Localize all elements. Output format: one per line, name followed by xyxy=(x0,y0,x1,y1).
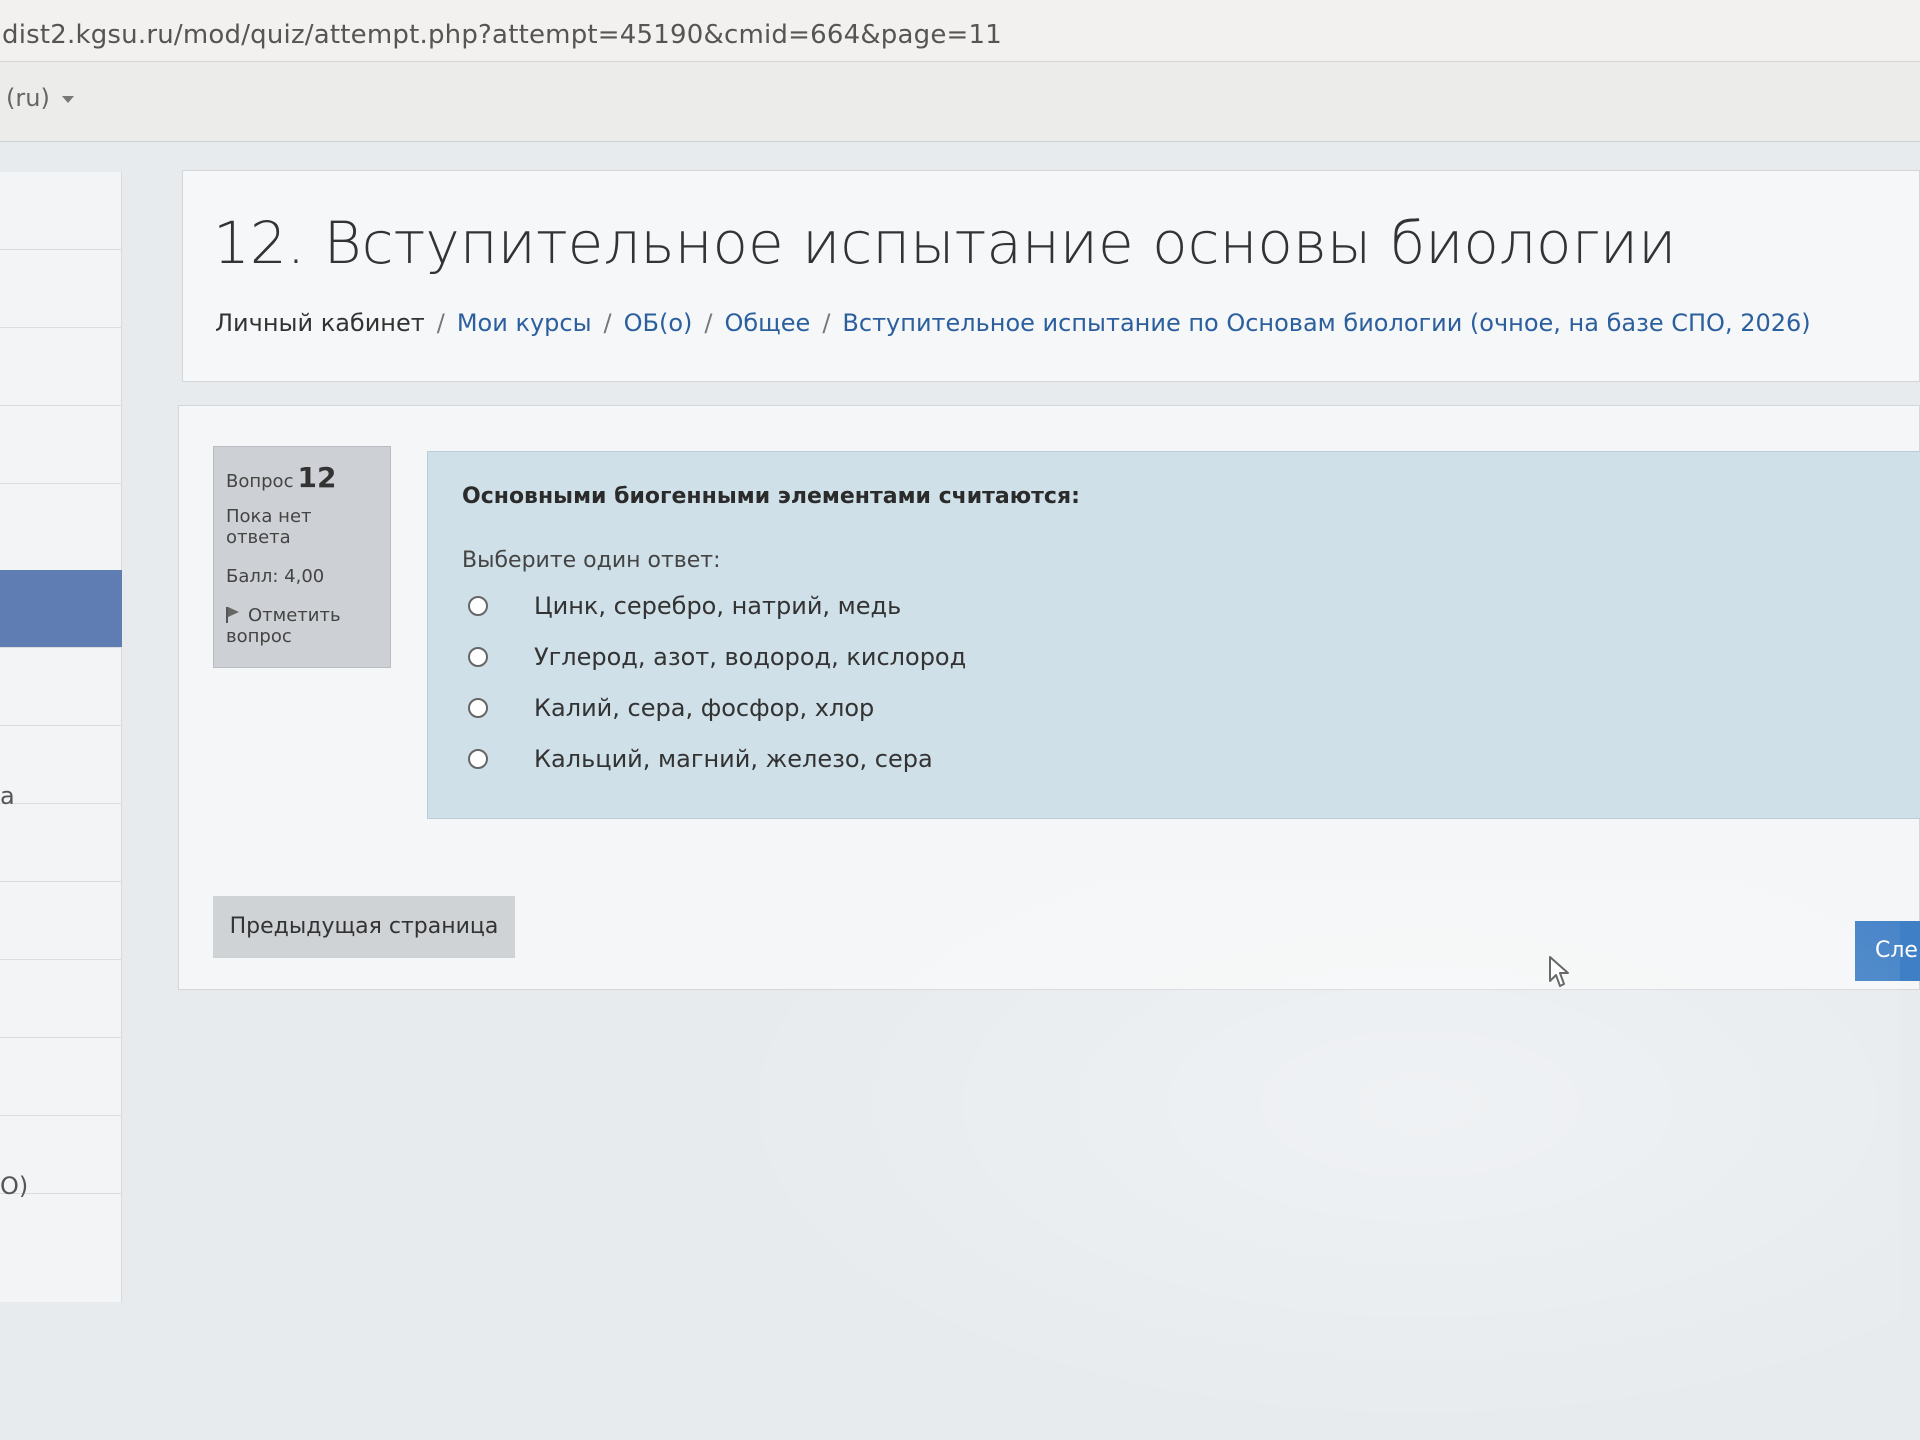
answer-label[interactable]: Углерод, азот, водород, кислород xyxy=(534,643,966,671)
nav-drawer: а O) xyxy=(0,172,122,1302)
breadcrumb-link-course[interactable]: ОБ(о) xyxy=(624,309,693,337)
question-number: Вопрос 12 xyxy=(226,461,378,494)
question-number-label: Вопрос xyxy=(226,471,294,492)
drawer-text: а xyxy=(0,782,15,810)
answer-label[interactable]: Кальций, магний, железо, сера xyxy=(534,745,933,773)
answer-label[interactable]: Цинк, серебро, натрий, медь xyxy=(534,592,901,620)
flag-question-label: Отметить вопрос xyxy=(226,605,341,647)
flag-icon xyxy=(226,607,240,623)
quiz-region: Вопрос 12 Пока нет ответа Балл: 4,00 Отме… xyxy=(178,405,1920,990)
drawer-item[interactable] xyxy=(0,882,122,960)
language-label: (ru) xyxy=(6,84,50,112)
drawer-item[interactable] xyxy=(0,648,122,726)
drawer-item[interactable] xyxy=(0,726,122,804)
next-page-button[interactable]: Сле xyxy=(1855,921,1920,981)
drawer-item-active[interactable] xyxy=(0,570,122,648)
caret-down-icon xyxy=(61,95,74,103)
drawer-item[interactable] xyxy=(0,172,122,250)
top-navbar: (ru) xyxy=(0,62,1920,142)
radio-button[interactable] xyxy=(468,749,488,769)
previous-page-button[interactable]: Предыдущая страница xyxy=(213,896,515,958)
breadcrumb-link-section[interactable]: Общее xyxy=(724,309,810,337)
drawer-item[interactable] xyxy=(0,1038,122,1116)
drawer-item[interactable] xyxy=(0,804,122,882)
url-text[interactable]: dist2.kgsu.ru/mod/quiz/attempt.php?attem… xyxy=(2,20,1002,50)
question-state: Пока нет ответа xyxy=(226,506,312,548)
answer-option[interactable]: Калий, сера, фосфор, хлор xyxy=(468,694,966,745)
question-content: Основными биогенными элементами считаютс… xyxy=(427,451,1920,819)
answer-option[interactable]: Цинк, серебро, натрий, медь xyxy=(468,592,966,643)
answer-prompt: Выберите один ответ: xyxy=(462,548,721,573)
breadcrumb: Личный кабинет / Мои курсы / ОБ(о) / Общее / Вст… xyxy=(215,309,1811,337)
flag-question-button[interactable]: Отметить вопрос xyxy=(226,605,378,647)
question-score: Балл: 4,00 xyxy=(226,566,325,587)
drawer-text: O) xyxy=(0,1172,29,1200)
question-text: Основными биогенными элементами считаютс… xyxy=(462,484,1080,509)
drawer-item[interactable] xyxy=(0,328,122,406)
answer-label[interactable]: Калий, сера, фосфор, хлор xyxy=(534,694,874,722)
drawer-item[interactable] xyxy=(0,960,122,1038)
breadcrumb-separator: / xyxy=(822,309,831,337)
browser-address-bar[interactable]: dist2.kgsu.ru/mod/quiz/attempt.php?attem… xyxy=(0,0,1920,62)
breadcrumb-separator: / xyxy=(603,309,612,337)
page-header: 12. Вступительное испытание основы биоло… xyxy=(182,170,1920,382)
answer-list: Цинк, серебро, натрий, медь Углерод, азо… xyxy=(468,592,966,796)
breadcrumb-separator: / xyxy=(704,309,713,337)
radio-button[interactable] xyxy=(468,647,488,667)
question-number-value: 12 xyxy=(297,461,337,494)
answer-option[interactable]: Кальций, магний, железо, сера xyxy=(468,745,966,796)
question-info-panel: Вопрос 12 Пока нет ответа Балл: 4,00 Отме… xyxy=(213,446,391,668)
breadcrumb-link-dashboard[interactable]: Личный кабинет xyxy=(215,309,425,337)
radio-button[interactable] xyxy=(468,698,488,718)
drawer-item[interactable] xyxy=(0,406,122,484)
answer-option[interactable]: Углерод, азот, водород, кислород xyxy=(468,643,966,694)
breadcrumb-link-my-courses[interactable]: Мои курсы xyxy=(457,309,592,337)
radio-button[interactable] xyxy=(468,596,488,616)
mouse-cursor-icon xyxy=(1549,956,1569,987)
breadcrumb-separator: / xyxy=(436,309,445,337)
breadcrumb-link-quiz[interactable]: Вступительное испытание по Основам биоло… xyxy=(842,309,1810,337)
language-menu[interactable]: (ru) xyxy=(6,84,74,112)
drawer-item[interactable] xyxy=(0,250,122,328)
page-title: 12. Вступительное испытание основы биоло… xyxy=(213,209,1677,277)
